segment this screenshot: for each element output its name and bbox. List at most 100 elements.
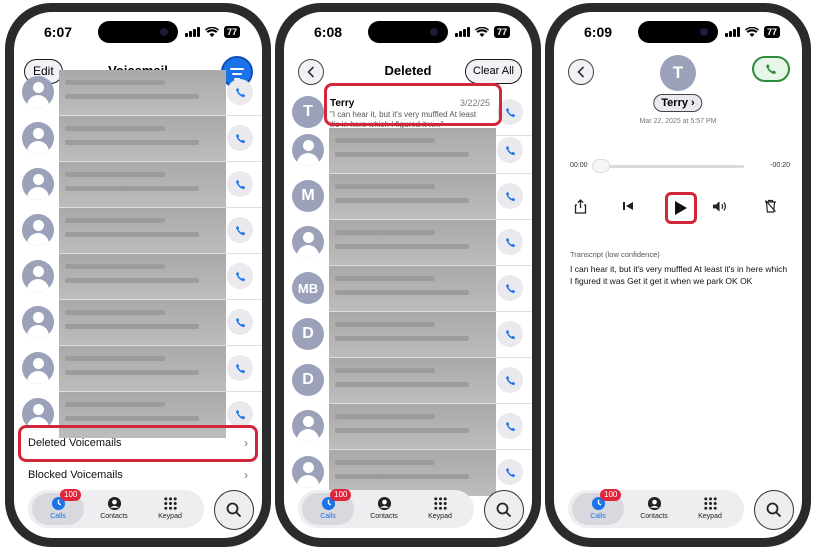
list-item[interactable]: [14, 162, 262, 208]
phone-icon[interactable]: [497, 367, 523, 393]
list-item[interactable]: D: [284, 358, 532, 404]
detail-screen: 6:09 77 T Terry › Mar 22, 2025 at 5:57 P…: [554, 12, 802, 538]
status-time: 6:07: [44, 24, 73, 40]
missed-badge: 100: [330, 489, 352, 501]
share-button[interactable]: [572, 198, 588, 214]
list-item[interactable]: [14, 116, 262, 162]
battery-icon: 77: [763, 26, 780, 38]
chevron-right-icon: ›: [691, 97, 695, 109]
tab-contacts[interactable]: Contacts: [88, 493, 140, 525]
phone-icon[interactable]: [227, 171, 253, 197]
tab-calls[interactable]: Calls 100: [572, 489, 624, 525]
list-item[interactable]: MB: [284, 266, 532, 312]
search-button[interactable]: [754, 490, 794, 530]
highlight-box: [324, 83, 502, 126]
blurred-content: [59, 346, 226, 392]
phone-icon[interactable]: [497, 321, 523, 347]
avatar-icon: [292, 226, 324, 258]
status-bar: 6:08 77: [284, 24, 532, 40]
playback-controls: [554, 192, 802, 224]
play-icon: [675, 201, 687, 215]
blocked-voicemails-label: Blocked Voicemails: [28, 469, 123, 481]
tab-keypad-label: Keypad: [698, 513, 722, 520]
playback-scrubber[interactable]: 00:00 -00:20: [570, 159, 790, 174]
tab-contacts[interactable]: Contacts: [358, 493, 410, 525]
phone-voicemail-detail: 6:09 77 T Terry › Mar 22, 2025 at 5:57 P…: [545, 3, 811, 547]
phone-icon[interactable]: [227, 355, 253, 381]
tab-keypad[interactable]: Keypad: [414, 493, 466, 525]
list-item[interactable]: D: [284, 312, 532, 358]
skip-back-button[interactable]: [620, 198, 636, 214]
wifi-icon: [204, 26, 219, 37]
list-item[interactable]: M: [284, 174, 532, 220]
phone-icon[interactable]: [497, 183, 523, 209]
blurred-content: [329, 266, 496, 312]
signal-icon: [184, 27, 200, 37]
search-button[interactable]: [214, 490, 254, 530]
avatar-icon: [22, 122, 54, 154]
phone-icon[interactable]: [497, 275, 523, 301]
list-item[interactable]: [14, 346, 262, 392]
phone-icon[interactable]: [227, 79, 253, 105]
blocked-voicemails-row[interactable]: Blocked Voicemails ›: [14, 460, 262, 490]
avatar: T: [292, 96, 324, 128]
status-bar: 6:09 77: [554, 24, 802, 40]
speaker-button[interactable]: [712, 198, 728, 214]
avatar-initial: M: [301, 187, 315, 204]
avatar-icon: [292, 456, 324, 488]
list-item[interactable]: [284, 128, 532, 174]
blurred-content: [329, 358, 496, 404]
list-item[interactable]: [284, 220, 532, 266]
avatar-initial: T: [303, 103, 313, 120]
keypad-icon: [433, 497, 447, 510]
chevron-left-icon: [577, 66, 585, 78]
blurred-content: [329, 220, 496, 266]
avatar-icon: [292, 410, 324, 442]
blurred-content: [59, 300, 226, 346]
phone-icon[interactable]: [497, 229, 523, 255]
tab-calls[interactable]: Calls 100: [32, 489, 84, 525]
phone-icon[interactable]: [227, 309, 253, 335]
call-button[interactable]: [752, 56, 790, 82]
phone-icon[interactable]: [497, 413, 523, 439]
back-button[interactable]: [568, 59, 594, 85]
blurred-content: [59, 208, 226, 254]
tab-keypad[interactable]: Keypad: [144, 493, 196, 525]
phone-icon[interactable]: [497, 459, 523, 485]
missed-badge: 100: [600, 489, 622, 501]
phone-icon[interactable]: [227, 125, 253, 151]
list-item[interactable]: [14, 300, 262, 346]
phone-icon[interactable]: [227, 263, 253, 289]
elapsed-time: 00:00: [570, 162, 588, 169]
search-button[interactable]: [484, 490, 524, 530]
trash-slash-icon: [764, 199, 776, 213]
delete-button[interactable]: [762, 198, 778, 214]
status-time: 6:09: [584, 24, 613, 40]
list-item[interactable]: [14, 70, 262, 116]
play-button[interactable]: [665, 192, 697, 224]
tab-calls-label: Calls: [590, 513, 606, 520]
tab-calls[interactable]: Calls 100: [302, 489, 354, 525]
contact-name-button[interactable]: Terry ›: [653, 94, 703, 112]
blurred-content: [329, 312, 496, 358]
tab-bar: Calls 100 Contacts Keypad: [298, 489, 474, 528]
person-icon: [647, 496, 661, 511]
phone-icon[interactable]: [227, 401, 253, 427]
tab-keypad-label: Keypad: [158, 513, 182, 520]
phone-icon[interactable]: [497, 137, 523, 163]
blurred-content: [329, 404, 496, 450]
list-item[interactable]: [14, 254, 262, 300]
avatar-icon: [292, 134, 324, 166]
list-item[interactable]: [284, 404, 532, 450]
speaker-icon: [712, 200, 726, 212]
progress-track[interactable]: [598, 165, 744, 168]
list-item[interactable]: [14, 208, 262, 254]
highlight-box: [18, 425, 258, 462]
tab-contacts[interactable]: Contacts: [628, 493, 680, 525]
phone-icon[interactable]: [227, 217, 253, 243]
tab-keypad[interactable]: Keypad: [684, 493, 736, 525]
phone-icon: [766, 64, 776, 74]
scrubber-thumb[interactable]: [592, 159, 610, 173]
avatar: D: [292, 364, 324, 396]
clear-all-button[interactable]: Clear All: [465, 59, 522, 84]
